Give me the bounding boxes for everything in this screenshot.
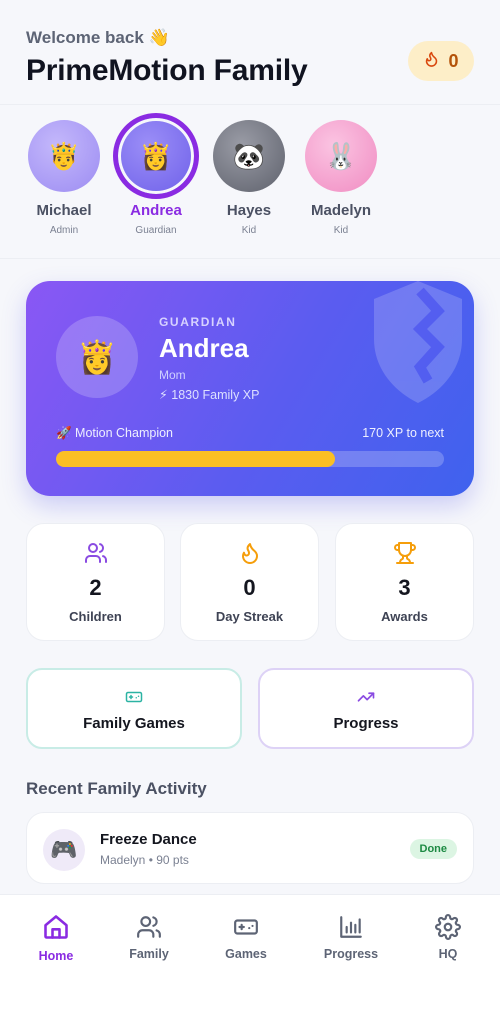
avatar: 👸 xyxy=(113,113,199,199)
header-divider xyxy=(0,104,500,105)
member-role: Admin xyxy=(49,225,79,236)
nav-label: Home xyxy=(38,949,74,963)
progress-label: Progress xyxy=(333,715,399,732)
member-hayes[interactable]: 🐼 Hayes Kid xyxy=(204,118,294,236)
nav-label: HQ xyxy=(438,947,458,961)
gear-icon xyxy=(408,913,488,941)
shield-icon xyxy=(374,281,462,403)
gamepad-icon xyxy=(206,913,286,941)
nav-hq[interactable]: HQ xyxy=(408,913,488,961)
bottom-nav: Home Family Games Progress HQ xyxy=(0,894,500,1024)
family-xp: ⚡ 1830 Family XP xyxy=(159,388,260,402)
member-name: Madelyn xyxy=(310,202,371,219)
gamepad-icon xyxy=(28,688,240,706)
nav-progress[interactable]: Progress xyxy=(311,913,391,961)
family-games-button[interactable]: Family Games xyxy=(26,668,242,749)
member-andrea[interactable]: 👸 Andrea Guardian xyxy=(111,113,201,236)
profile-name: Andrea xyxy=(159,333,249,363)
activity-title: Freeze Dance xyxy=(100,831,197,848)
users-icon xyxy=(27,541,164,565)
welcome-text: Welcome back 👋 xyxy=(26,28,170,47)
stat-awards[interactable]: 3 Awards xyxy=(335,523,474,641)
profile-avatar: 👸 xyxy=(56,316,138,398)
streak-pill[interactable]: 0 xyxy=(408,41,474,81)
streak-count: 0 xyxy=(448,50,459,71)
nav-label: Progress xyxy=(323,947,379,961)
activity-item[interactable]: 🎮 Freeze Dance Madelyn • 90 pts Done xyxy=(26,812,474,884)
xp-progress-fill xyxy=(56,451,336,467)
profile-relation: Mom xyxy=(159,368,186,382)
member-michael[interactable]: 🤴 Michael Admin xyxy=(19,118,109,236)
nav-games[interactable]: Games xyxy=(206,913,286,961)
members-divider xyxy=(0,258,500,259)
member-selector: 🤴 Michael Admin 👸 Andrea Guardian 🐼 Haye… xyxy=(0,113,500,258)
member-role: Guardian xyxy=(135,225,177,236)
stat-day-streak[interactable]: 0 Day Streak xyxy=(180,523,319,641)
trophy-icon xyxy=(336,541,473,565)
home-icon xyxy=(16,913,96,941)
stat-value: 3 xyxy=(398,575,411,600)
stat-label: Day Streak xyxy=(215,609,284,624)
stat-children[interactable]: 2 Children xyxy=(26,523,165,641)
bar-chart-icon xyxy=(311,913,391,941)
family-games-label: Family Games xyxy=(83,715,185,732)
xp-to-next: 170 XP to next xyxy=(362,426,444,440)
nav-label: Games xyxy=(225,947,267,961)
activity-subtitle: Madelyn • 90 pts xyxy=(100,853,189,867)
member-name: Michael xyxy=(36,202,92,219)
activity-avatar: 🎮 xyxy=(43,829,85,871)
nav-family[interactable]: Family xyxy=(109,913,189,961)
recent-activity-title: Recent Family Activity xyxy=(26,779,207,798)
avatar: 🤴 xyxy=(28,120,100,192)
stat-value: 0 xyxy=(243,575,256,600)
users-icon xyxy=(109,913,189,941)
stat-label: Children xyxy=(69,609,122,624)
flame-icon xyxy=(423,49,440,74)
avatar: 🐰 xyxy=(305,120,377,192)
status-badge: Done xyxy=(409,839,457,859)
member-madelyn[interactable]: 🐰 Madelyn Kid xyxy=(296,118,386,236)
member-role: Kid xyxy=(333,225,349,236)
xp-progress-bar xyxy=(56,451,444,467)
stat-value: 2 xyxy=(89,575,102,600)
member-name: Andrea xyxy=(130,202,182,219)
profile-role: GUARDIAN xyxy=(159,315,237,329)
trending-up-icon xyxy=(260,688,472,706)
member-name: Hayes xyxy=(226,202,272,219)
level-row: 🚀 Motion Champion 170 XP to next xyxy=(56,426,444,441)
nav-home[interactable]: Home xyxy=(16,913,96,963)
stat-label: Awards xyxy=(381,609,428,624)
header: Welcome back 👋 PrimeMotion Family 0 xyxy=(26,28,474,98)
flame-icon xyxy=(181,541,318,565)
family-name: PrimeMotion Family xyxy=(26,54,308,87)
quick-actions: Family Games Progress xyxy=(26,668,474,749)
level-title: 🚀 Motion Champion xyxy=(56,426,174,440)
stats-row: 2 Children 0 Day Streak 3 Awards xyxy=(26,523,474,641)
nav-label: Family xyxy=(129,947,169,961)
member-role: Kid xyxy=(241,225,257,236)
avatar: 🐼 xyxy=(213,120,285,192)
profile-card: 👸 GUARDIAN Andrea Mom ⚡ 1830 Family XP 🚀… xyxy=(26,281,474,496)
progress-button[interactable]: Progress xyxy=(258,668,474,749)
